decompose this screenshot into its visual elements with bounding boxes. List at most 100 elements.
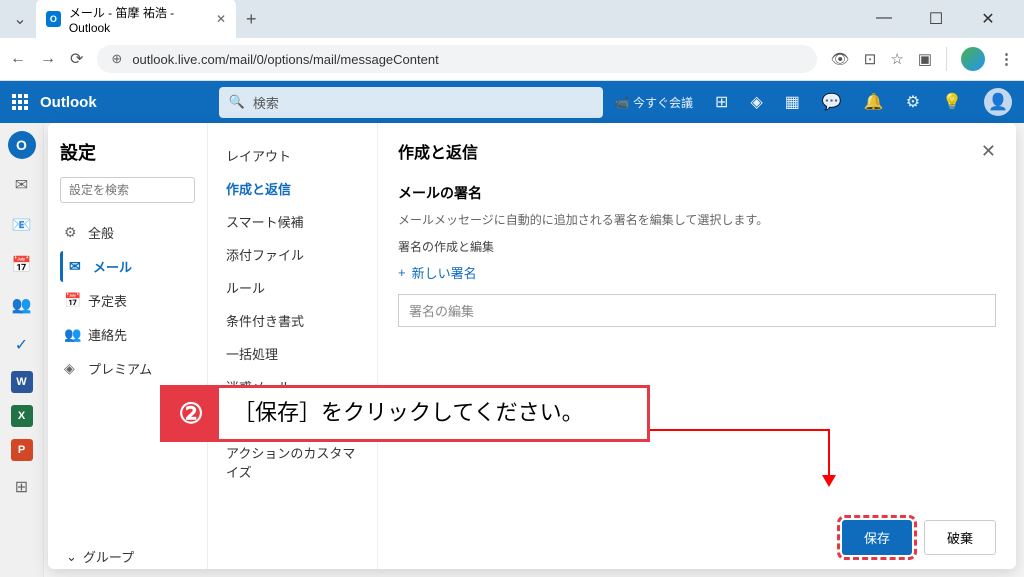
app-rail: O ✉ 📧 📅 👥 ✓ W X P ⊞ <box>0 123 44 577</box>
signature-name-input[interactable]: 署名の編集 <box>398 294 996 327</box>
apps-icon[interactable]: ⊞ <box>8 473 36 501</box>
nav-mail[interactable]: ✉メール <box>60 251 195 282</box>
nav-premium[interactable]: ◈プレミアム <box>60 353 195 384</box>
reload-button[interactable]: ⟳ <box>70 49 83 69</box>
browser-tab[interactable]: O メール - 笛摩 祐浩 - Outlook ✕ <box>36 0 236 41</box>
annotation-arrow-head <box>822 475 836 487</box>
todo-icon[interactable]: ✓ <box>8 331 36 359</box>
nav-contacts[interactable]: 👥連絡先 <box>60 319 195 350</box>
signature-create-label: 署名の作成と編集 <box>398 238 996 255</box>
gear-icon[interactable]: ⚙ <box>906 92 920 112</box>
rect-icon[interactable]: ▣ <box>918 50 932 68</box>
diamond-icon[interactable]: ◈ <box>750 92 762 112</box>
search-placeholder: 検索 <box>253 93 279 112</box>
group-row[interactable]: ⌄ グループ <box>50 537 150 576</box>
header-actions: 📹 今すぐ会議 ⊞ ◈ ▦ 💬 🔔 ⚙ 💡 👤 <box>615 88 1012 116</box>
divider <box>946 47 947 71</box>
middle-smart[interactable]: スマート候補 <box>216 205 369 238</box>
settings-left-panel: 設定 ⚙全般 ✉メール 📅予定表 👥連絡先 ◈プレミアム <box>48 123 208 569</box>
settings-title: 設定 <box>60 139 195 165</box>
window-controls: — ☐ ✕ <box>866 9 1016 29</box>
annotation-arrow-line <box>828 429 830 479</box>
people-icon: 👥 <box>64 326 80 343</box>
ppt-icon[interactable]: P <box>11 439 33 461</box>
bell-icon[interactable]: 🔔 <box>864 92 884 112</box>
annotation-number: ② <box>163 388 219 439</box>
outlook-header: Outlook 🔍 検索 📹 今すぐ会議 ⊞ ◈ ▦ 💬 🔔 ⚙ 💡 👤 <box>0 81 1024 123</box>
dialog-footer: 保存 破棄 <box>842 520 996 555</box>
settings-search-input[interactable] <box>60 177 195 203</box>
mail-icon: ✉ <box>69 258 85 275</box>
plus-icon: + <box>398 265 406 280</box>
url-text: outlook.live.com/mail/0/options/mail/mes… <box>132 52 438 67</box>
nav-right-actions: 👁 ⊡ ☆ ▣ ⋮ <box>831 47 1014 71</box>
extensions-icon[interactable]: ⊡ <box>864 50 877 68</box>
middle-rules[interactable]: ルール <box>216 271 369 304</box>
grid-icon[interactable]: ▦ <box>785 92 800 112</box>
main-area: O ✉ 📧 📅 👥 ✓ W X P ⊞ 設定 ⚙全般 ✉メール 📅予定表 👥連絡… <box>0 123 1024 577</box>
tips-icon[interactable]: 💡 <box>942 92 962 112</box>
annotation-text: ［保存］をクリックしてください。 <box>219 388 598 439</box>
tab-bar: ⌄ O メール - 笛摩 祐浩 - Outlook ✕ + — ☐ ✕ <box>0 0 1024 38</box>
middle-compose[interactable]: 作成と返信 <box>216 172 369 205</box>
save-button[interactable]: 保存 <box>842 520 912 555</box>
nav-bar: ← → ⟳ ⊕ outlook.live.com/mail/0/options/… <box>0 38 1024 80</box>
chevron-down-icon: ⌄ <box>66 549 77 565</box>
profile-avatar[interactable] <box>961 47 985 71</box>
browser-chrome: ⌄ O メール - 笛摩 祐浩 - Outlook ✕ + — ☐ ✕ ← → … <box>0 0 1024 81</box>
settings-dialog: 設定 ⚙全般 ✉メール 📅予定表 👥連絡先 ◈プレミアム レイアウト 作成と返信… <box>48 123 1016 569</box>
outlook-brand[interactable]: Outlook <box>40 94 97 111</box>
nav-general[interactable]: ⚙全般 <box>60 217 195 248</box>
signature-section-desc: メールメッセージに自動的に追加される署名を編集して選択します。 <box>398 211 996 228</box>
url-bar[interactable]: ⊕ outlook.live.com/mail/0/options/mail/m… <box>97 45 816 73</box>
diamond-icon: ◈ <box>64 360 80 377</box>
calendar-icon[interactable]: 📅 <box>8 251 36 279</box>
outlook-logo-icon[interactable]: O <box>8 131 36 159</box>
teams-icon[interactable]: ⊞ <box>715 92 728 112</box>
people-icon[interactable]: 👥 <box>8 291 36 319</box>
new-signature-link[interactable]: + 新しい署名 <box>398 263 996 282</box>
nav-calendar[interactable]: 📅予定表 <box>60 285 195 316</box>
meet-now[interactable]: 📹 今すぐ会議 <box>615 94 693 111</box>
right-header: 作成と返信 ✕ <box>398 139 996 163</box>
signature-section-title: メールの署名 <box>398 183 996 203</box>
word-icon[interactable]: W <box>11 371 33 393</box>
minimize-button[interactable]: — <box>866 9 902 29</box>
outlook-favicon: O <box>46 11 61 27</box>
annotation-arrow-line <box>650 429 830 431</box>
tab-title: メール - 笛摩 祐浩 - Outlook <box>69 4 208 35</box>
settings-right-panel: 作成と返信 ✕ メールの署名 メールメッセージに自動的に追加される署名を編集して… <box>378 123 1016 569</box>
gear-icon: ⚙ <box>64 224 80 241</box>
maximize-button[interactable]: ☐ <box>918 9 954 29</box>
close-window-button[interactable]: ✕ <box>970 9 1006 29</box>
tab-dropdown[interactable]: ⌄ <box>8 7 32 31</box>
app-launcher-icon[interactable] <box>12 94 28 110</box>
calendar-icon: 📅 <box>64 292 80 309</box>
search-input[interactable]: 🔍 検索 <box>219 87 603 118</box>
settings-middle-panel: レイアウト 作成と返信 スマート候補 添付ファイル ルール 条件付き書式 一括処… <box>208 123 378 569</box>
back-button[interactable]: ← <box>10 50 26 68</box>
close-icon[interactable]: ✕ <box>216 12 226 26</box>
close-dialog-button[interactable]: ✕ <box>981 141 996 162</box>
user-avatar[interactable]: 👤 <box>984 88 1012 116</box>
middle-layout[interactable]: レイアウト <box>216 139 369 172</box>
forward-button[interactable]: → <box>40 50 56 68</box>
mail-icon[interactable]: 📧 <box>8 211 36 239</box>
middle-attachments[interactable]: 添付ファイル <box>216 238 369 271</box>
middle-sweep[interactable]: 一括処理 <box>216 337 369 370</box>
middle-customize[interactable]: アクションのカスタマイズ <box>216 436 369 488</box>
discard-button[interactable]: 破棄 <box>924 520 996 555</box>
right-title: 作成と返信 <box>398 139 478 163</box>
annotation-box: ② ［保存］をクリックしてください。 <box>160 385 650 442</box>
browser-menu[interactable]: ⋮ <box>999 50 1014 68</box>
mail-unread-icon[interactable]: ✉ <box>8 171 36 199</box>
search-icon: 🔍 <box>229 94 245 110</box>
new-tab-button[interactable]: + <box>236 9 267 30</box>
chat-icon[interactable]: 💬 <box>822 92 842 112</box>
bookmark-icon[interactable]: ☆ <box>890 50 903 68</box>
eye-icon[interactable]: 👁 <box>831 50 850 68</box>
settings-nav: ⚙全般 ✉メール 📅予定表 👥連絡先 ◈プレミアム <box>60 217 195 384</box>
site-info-icon[interactable]: ⊕ <box>111 51 122 67</box>
middle-conditional[interactable]: 条件付き書式 <box>216 304 369 337</box>
excel-icon[interactable]: X <box>11 405 33 427</box>
